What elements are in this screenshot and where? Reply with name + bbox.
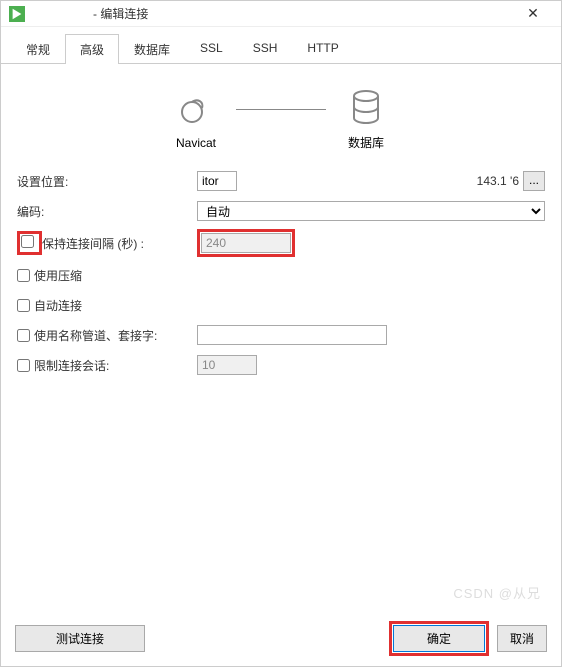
encoding-label: 编码: [17,203,197,220]
tab-general[interactable]: 常规 [11,34,65,64]
browse-button[interactable]: ... [523,171,545,191]
database-icon [346,88,386,128]
navicat-icon [176,90,216,130]
autoconnect-label: 自动连接 [34,297,82,314]
pipe-label: 使用名称管道、套接字: [34,327,157,344]
pipe-checkbox[interactable] [17,329,30,342]
keepalive-label: 保持连接间隔 (秒) : [42,235,144,252]
location-text: 143.1 '6 [241,174,519,188]
tab-http[interactable]: HTTP [292,34,353,64]
diagram-right-label: 数据库 [346,134,386,151]
form-area: 设置位置: 143.1 '6 ... 编码: 自动 保持连接间隔 (秒) : 使… [1,159,561,393]
highlight-keepalive-check [17,231,42,255]
limit-checkbox[interactable] [17,359,30,372]
location-input-left[interactable] [197,171,237,191]
tab-advanced[interactable]: 高级 [65,34,119,64]
footer: 测试连接 确定 取消 [15,621,547,656]
compress-checkbox[interactable] [17,269,30,282]
test-connection-button[interactable]: 测试连接 [15,625,145,652]
keepalive-checkbox[interactable] [21,235,34,248]
diagram-left-label: Navicat [176,136,216,150]
pipe-input[interactable] [197,325,387,345]
limit-input[interactable] [197,355,257,375]
connection-diagram: Navicat 数据库 [1,64,561,159]
close-icon[interactable]: ✕ [513,5,553,22]
ok-button[interactable]: 确定 [393,625,485,652]
titlebar: - 编辑连接 ✕ [1,1,561,27]
window-title: - 编辑连接 [33,5,513,22]
tab-database[interactable]: 数据库 [119,34,185,64]
cancel-button[interactable]: 取消 [497,625,547,652]
tab-ssh[interactable]: SSH [238,34,293,64]
app-icon [9,6,25,22]
diagram-line [236,109,326,110]
compress-label: 使用压缩 [34,267,82,284]
encoding-select[interactable]: 自动 [197,201,545,221]
watermark: CSDN @从兄 [453,583,541,602]
limit-label: 限制连接会话: [34,357,109,374]
tab-ssl[interactable]: SSL [185,34,238,64]
highlight-keepalive-input [197,229,295,257]
keepalive-input[interactable] [201,233,291,253]
highlight-ok-button: 确定 [389,621,489,656]
autoconnect-checkbox[interactable] [17,299,30,312]
location-label: 设置位置: [17,173,197,190]
tabs: 常规 高级 数据库 SSL SSH HTTP [1,27,561,64]
